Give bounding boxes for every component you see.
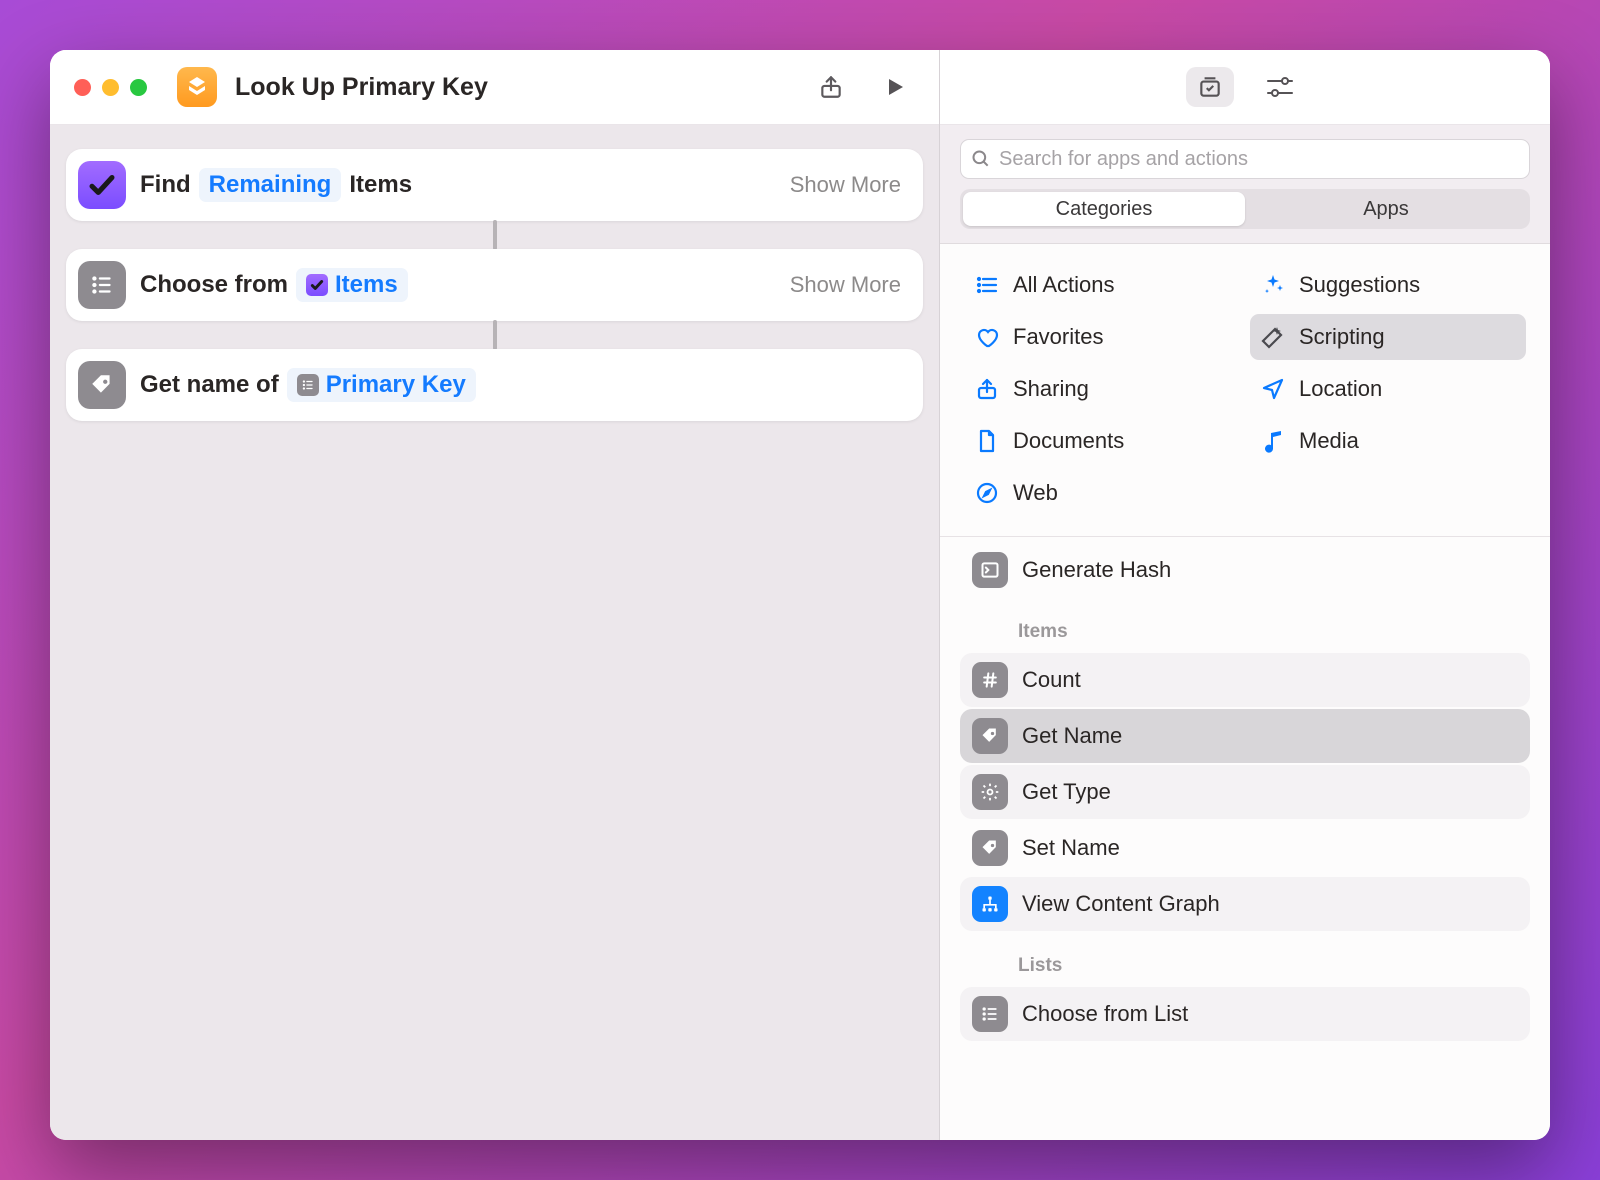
list-icon	[297, 374, 319, 396]
library-toggle-button[interactable]	[1186, 67, 1234, 107]
action-get-type[interactable]: Get Type	[960, 765, 1530, 819]
tab-switcher: Categories Apps	[960, 189, 1530, 229]
window-controls	[74, 79, 147, 96]
action-get-name[interactable]: Get Name	[960, 709, 1530, 763]
actions-list[interactable]: Generate Hash Items Count Get Name Get	[940, 537, 1550, 1140]
close-window-button[interactable]	[74, 79, 91, 96]
category-scripting[interactable]: Scripting	[1250, 314, 1526, 360]
heart-icon	[974, 325, 1000, 349]
document-icon	[974, 429, 1000, 453]
graph-icon	[972, 886, 1008, 922]
action-text: Get name of Primary Key	[140, 368, 476, 402]
gear-icon	[972, 774, 1008, 810]
segmented-row: Categories Apps	[940, 189, 1550, 244]
titlebar: Look Up Primary Key	[50, 50, 939, 125]
safari-icon	[974, 481, 1000, 505]
run-button[interactable]	[875, 67, 915, 107]
share-button[interactable]	[811, 67, 851, 107]
action-choose-from[interactable]: Choose from Items Show More	[66, 249, 923, 321]
sparkle-icon	[1260, 273, 1286, 297]
search-field[interactable]	[960, 139, 1530, 179]
search-input[interactable]	[999, 148, 1519, 171]
section-title-items: Items	[960, 597, 1530, 651]
app-window: Look Up Primary Key Find Remaining It	[50, 50, 1550, 1140]
action-set-name[interactable]: Set Name	[960, 821, 1530, 875]
checkmark-icon	[306, 274, 328, 296]
checkmark-icon	[78, 161, 126, 209]
connector-line	[493, 220, 497, 250]
list-bullet-icon	[974, 273, 1000, 297]
terminal-icon	[972, 552, 1008, 588]
list-icon	[78, 261, 126, 309]
settings-toggle-button[interactable]	[1256, 67, 1304, 107]
action-get-name[interactable]: Get name of Primary Key	[66, 349, 923, 421]
verb: Get name of	[140, 371, 279, 399]
verb: Choose from	[140, 271, 288, 299]
show-more-button[interactable]: Show More	[790, 272, 901, 298]
category-suggestions[interactable]: Suggestions	[1250, 262, 1526, 308]
suffix: Items	[349, 171, 412, 199]
section-title-lists: Lists	[960, 931, 1530, 985]
action-text: Find Remaining Items	[140, 168, 412, 202]
workflow-list: Find Remaining Items Show More Choose fr…	[50, 125, 939, 445]
category-favorites[interactable]: Favorites	[964, 314, 1240, 360]
shortcut-app-icon	[177, 67, 217, 107]
music-note-icon	[1260, 429, 1286, 453]
tag-icon	[972, 718, 1008, 754]
action-find-items[interactable]: Find Remaining Items Show More	[66, 149, 923, 221]
category-web[interactable]: Web	[964, 470, 1240, 516]
tab-categories[interactable]: Categories	[963, 192, 1245, 226]
zoom-window-button[interactable]	[130, 79, 147, 96]
action-view-content-graph[interactable]: View Content Graph	[960, 877, 1530, 931]
connector-line	[493, 320, 497, 350]
library-pane: Categories Apps All Actions Suggestions …	[940, 50, 1550, 1140]
tag-icon	[78, 361, 126, 409]
tab-apps[interactable]: Apps	[1245, 192, 1527, 226]
category-location[interactable]: Location	[1250, 366, 1526, 412]
action-text: Choose from Items	[140, 268, 408, 302]
action-choose-from-list[interactable]: Choose from List	[960, 987, 1530, 1041]
search-row	[940, 125, 1550, 189]
hash-icon	[972, 662, 1008, 698]
location-arrow-icon	[1260, 377, 1286, 401]
category-all-actions[interactable]: All Actions	[964, 262, 1240, 308]
wand-icon	[1260, 325, 1286, 349]
variable-token-items[interactable]: Items	[296, 268, 408, 302]
window-title: Look Up Primary Key	[235, 73, 787, 102]
right-toolbar	[940, 50, 1550, 125]
variable-token-remaining[interactable]: Remaining	[199, 168, 342, 202]
tag-icon	[972, 830, 1008, 866]
workflow-pane: Look Up Primary Key Find Remaining It	[50, 50, 940, 1140]
minimize-window-button[interactable]	[102, 79, 119, 96]
action-generate-hash[interactable]: Generate Hash	[960, 543, 1530, 597]
action-count[interactable]: Count	[960, 653, 1530, 707]
variable-token-primary-key[interactable]: Primary Key	[287, 368, 476, 402]
categories-grid: All Actions Suggestions Favorites Script…	[940, 244, 1550, 537]
list-icon	[972, 996, 1008, 1032]
verb: Find	[140, 171, 191, 199]
search-icon	[971, 149, 991, 169]
category-sharing[interactable]: Sharing	[964, 366, 1240, 412]
share-up-icon	[974, 377, 1000, 401]
show-more-button[interactable]: Show More	[790, 172, 901, 198]
category-documents[interactable]: Documents	[964, 418, 1240, 464]
category-media[interactable]: Media	[1250, 418, 1526, 464]
